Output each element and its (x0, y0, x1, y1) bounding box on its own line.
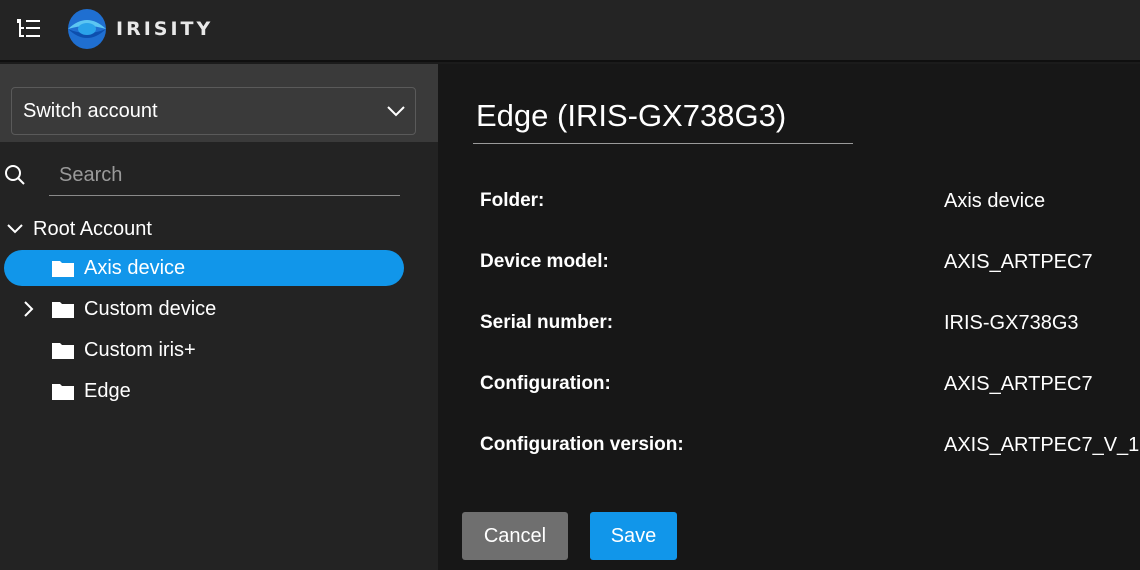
folder-icon (52, 261, 74, 277)
folder-icon (52, 384, 74, 400)
field-key: Configuration version: (480, 434, 684, 455)
tree-item-label: Custom iris+ (84, 339, 196, 361)
tree-item-custom-iris[interactable]: Custom iris+ (4, 332, 404, 368)
sidebar: Switch account Root Account Axis device … (0, 64, 438, 570)
folder-icon (52, 302, 74, 318)
cancel-button[interactable]: Cancel (462, 512, 568, 560)
chevron-down-icon[interactable] (6, 220, 24, 238)
brand-name: IRISITY (116, 18, 214, 40)
field-key: Folder: (480, 190, 545, 211)
chevron-right-icon[interactable] (20, 300, 38, 318)
field-key: Device model: (480, 251, 609, 272)
tree-item-label: Axis device (84, 257, 186, 279)
field-value: AXIS_ARTPEC7_V_1 (944, 434, 1140, 456)
tree-item-edge[interactable]: Edge (4, 373, 404, 409)
top-bar: IRISITY (0, 0, 1140, 62)
tree-item-label: Custom device (84, 298, 217, 320)
switch-account-area: Switch account (0, 64, 438, 142)
field-key: Serial number: (480, 312, 614, 333)
tree-item-custom-device[interactable]: Custom device (4, 291, 404, 327)
search-input[interactable] (49, 156, 400, 196)
field-row-configuration: Configuration: AXIS_ARTPEC7 (480, 371, 1140, 401)
field-key: Configuration: (480, 373, 611, 394)
tree-root-account[interactable]: Root Account (0, 214, 420, 246)
field-row-serial-number: Serial number: IRIS-GX738G3 (480, 310, 1140, 340)
switch-account-select[interactable]: Switch account (11, 87, 416, 135)
brand-logo: IRISITY (66, 7, 213, 51)
save-button[interactable]: Save (590, 512, 677, 560)
search-icon (5, 165, 25, 185)
device-name-field[interactable]: Edge (IRIS-GX738G3) (473, 98, 853, 144)
field-row-configuration-version: Configuration version: AXIS_ARTPEC7_V_1 (480, 432, 1140, 462)
field-value: IRIS-GX738G3 (944, 312, 1079, 334)
folder-icon (52, 343, 74, 359)
field-value: AXIS_ARTPEC7 (944, 373, 1093, 395)
tree-item-axis-device[interactable]: Axis device (4, 250, 404, 286)
field-value: AXIS_ARTPEC7 (944, 251, 1093, 273)
switch-account-label: Switch account (23, 100, 158, 122)
irisity-logo-icon (68, 9, 106, 49)
device-details-panel: Edge (IRIS-GX738G3) Folder: Axis device … (438, 64, 1140, 570)
field-row-folder: Folder: Axis device (480, 188, 1140, 218)
tree-root-label: Root Account (33, 218, 152, 240)
tree-menu-icon[interactable] (16, 18, 42, 40)
tree-item-label: Edge (84, 380, 131, 402)
chevron-down-icon (387, 106, 405, 117)
field-value: Axis device (944, 190, 1046, 212)
field-row-device-model: Device model: AXIS_ARTPEC7 (480, 249, 1140, 279)
